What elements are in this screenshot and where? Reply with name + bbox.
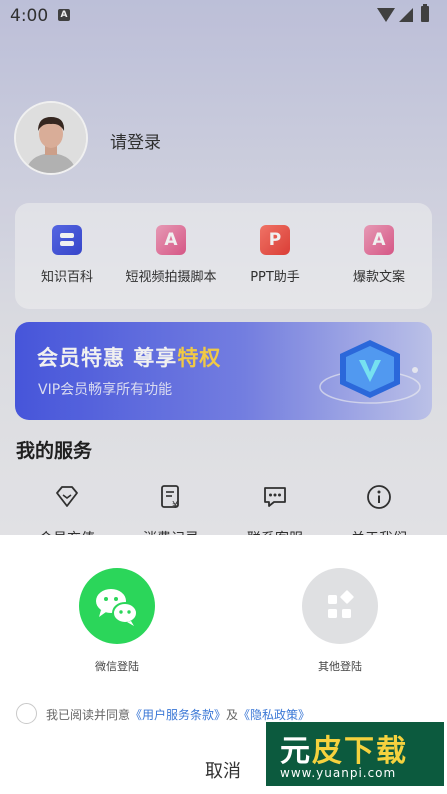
cancel-button[interactable]: 取消 [180, 757, 266, 783]
agreement-prefix: 我已阅读并同意 [46, 708, 131, 722]
apps-icon [328, 590, 354, 618]
agreement-text: 我已阅读并同意《用户服务条款》及《隐私政策》 [46, 706, 310, 723]
wechat-icon [96, 589, 138, 626]
watermark-title-a: 元 [280, 734, 312, 769]
privacy-link[interactable]: 《隐私政策》 [238, 708, 310, 722]
other-login-label: 其他登陆 [318, 660, 362, 673]
other-login-option[interactable]: 其他登陆 [280, 568, 400, 674]
agreement-checkbox[interactable] [16, 703, 37, 724]
wechat-login-option[interactable]: 微信登陆 [57, 568, 177, 674]
watermark-title-b: 皮下载 [312, 734, 408, 769]
wechat-login-label: 微信登陆 [95, 660, 139, 673]
watermark-url: www.yuanpi.com [280, 766, 397, 780]
watermark-title: 元皮下载 [280, 726, 408, 770]
terms-link[interactable]: 《用户服务条款》 [130, 708, 226, 722]
app-screen: 4:00 A 请登录 知识百科 A 短视频拍摄脚本 P PPT助手 A 爆款文案… [0, 0, 447, 794]
other-login-button[interactable] [302, 568, 378, 644]
watermark-logo: 元皮下载 www.yuanpi.com [266, 722, 444, 786]
agreement-and: 及 [226, 708, 239, 722]
wechat-login-button[interactable] [79, 568, 155, 644]
